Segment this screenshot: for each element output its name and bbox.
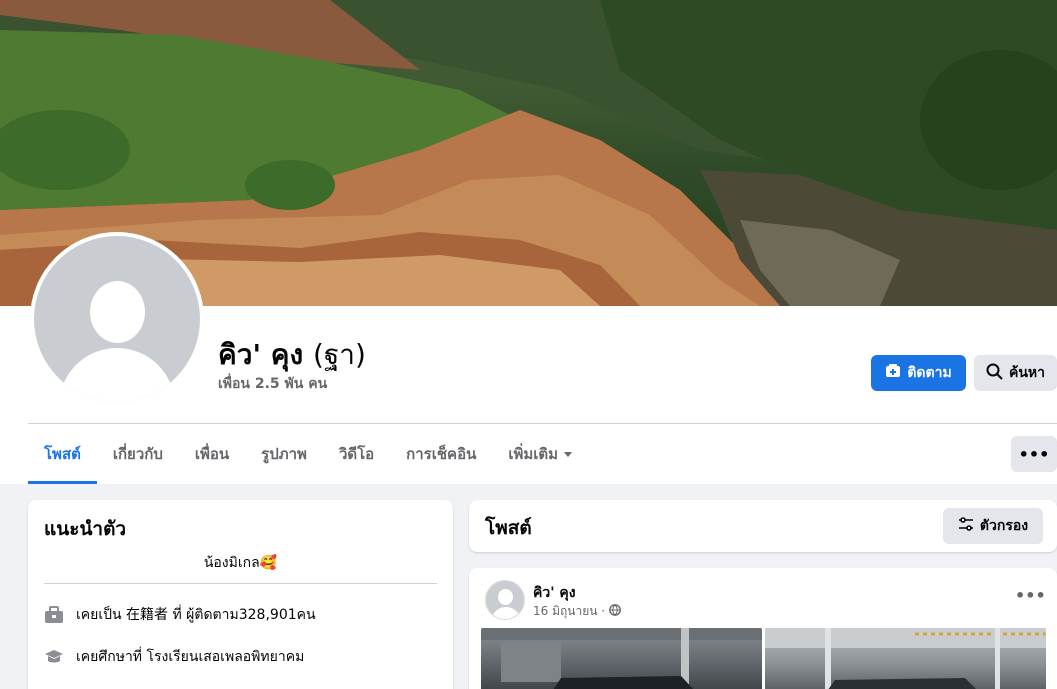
intro-bio: น้องมิเกล🥰	[203, 555, 278, 571]
post-photo-1[interactable]	[481, 628, 762, 689]
tab-about[interactable]: เกี่ยวกับ	[97, 424, 179, 484]
profile-name: คิว' คุง (ฐา)	[218, 333, 366, 377]
tab-videos[interactable]: วิดีโอ	[323, 424, 390, 484]
graduation-cap-icon	[44, 647, 64, 667]
tab-more[interactable]: เพิ่มเติม	[492, 424, 588, 484]
tab-friends[interactable]: เพื่อน	[179, 424, 245, 484]
intro-divider	[44, 583, 437, 584]
tab-photos[interactable]: รูปภาพ	[245, 424, 323, 484]
post-date[interactable]: 16 มิถุนายน ·	[533, 602, 605, 621]
post-options-button[interactable]: •••	[1015, 586, 1046, 605]
tab-more-label: เพิ่มเติม	[508, 445, 559, 463]
intro-work-text: เคยเป็น 在籍者 ที่ ผู้ติดตาม328,901คน	[76, 607, 316, 623]
tab-friends-label: เพื่อน	[194, 445, 230, 463]
ellipsis-icon: •••	[1018, 444, 1050, 464]
filter-icon	[958, 517, 974, 535]
follow-button-label: ติดตาม	[907, 365, 952, 381]
intro-item-work: เคยเป็น 在籍者 ที่ ผู้ติดตาม328,901คน	[44, 604, 316, 626]
tab-checkins[interactable]: การเช็คอิน	[390, 424, 492, 484]
search-button[interactable]: ค้นหา	[974, 355, 1057, 391]
search-button-label: ค้นหา	[1009, 365, 1046, 381]
post-meta: 16 มิถุนายน ·	[533, 602, 621, 621]
post-author-name[interactable]: คิว' คุง	[533, 582, 576, 604]
follow-button[interactable]: ติดตาม	[871, 355, 966, 391]
post-photo-2[interactable]	[765, 628, 1046, 689]
profile-tabs: โพสต์ เกี่ยวกับ เพื่อน รูปภาพ วิดีโอ การ…	[28, 424, 588, 484]
intro-card: แนะนำตัว น้องมิเกล🥰 เคยเป็น 在籍者 ที่ ผู้ต…	[28, 500, 453, 689]
intro-title: แนะนำตัว	[44, 518, 127, 540]
caret-down-icon	[564, 451, 573, 457]
tab-posts-label: โพสต์	[44, 445, 81, 463]
posts-header-card: โพสต์ ตัวกรอง	[469, 500, 1057, 552]
follow-icon	[885, 363, 901, 383]
profile-name-text: คิว' คุง	[218, 338, 304, 371]
tab-about-label: เกี่ยวกับ	[112, 445, 163, 463]
friends-count[interactable]: เพื่อน 2.5 พัน คน	[218, 373, 327, 395]
post-card: คิว' คุง 16 มิถุนายน · •••	[469, 568, 1057, 689]
profile-more-button[interactable]: •••	[1011, 436, 1057, 472]
tab-videos-label: วิดีโอ	[338, 445, 375, 463]
post-author-avatar[interactable]	[485, 580, 525, 620]
default-avatar-icon	[34, 236, 200, 402]
tab-checkins-label: การเช็คอิน	[406, 445, 477, 463]
search-icon	[986, 363, 1003, 384]
intro-item-education: เคยศึกษาที่ โรงเรียนเสอเพลอพิทยาคม	[44, 646, 304, 668]
tab-photos-label: รูปภาพ	[261, 445, 307, 463]
intro-education-text: เคยศึกษาที่ โรงเรียนเสอเพลอพิทยาคม	[76, 649, 305, 665]
tab-posts[interactable]: โพสต์	[28, 424, 97, 484]
globe-icon	[609, 604, 621, 619]
filter-button-label: ตัวกรอง	[979, 518, 1029, 534]
profile-avatar[interactable]	[30, 232, 204, 406]
profile-alternate-name: (ฐา)	[312, 338, 366, 371]
briefcase-icon	[44, 605, 64, 625]
posts-title: โพสต์	[485, 517, 532, 539]
filter-button[interactable]: ตัวกรอง	[943, 508, 1043, 544]
